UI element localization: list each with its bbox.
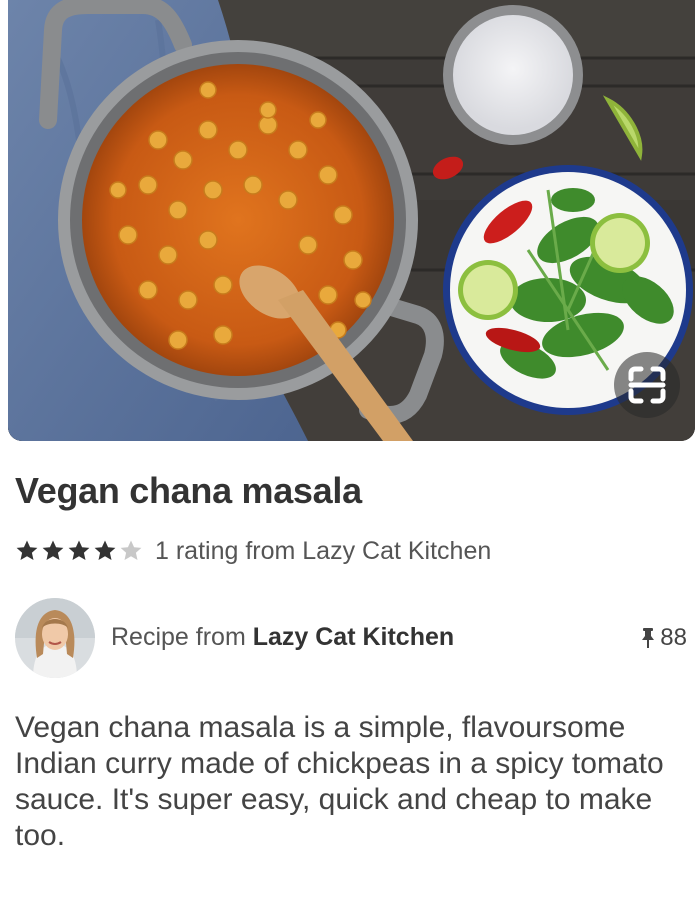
recipe-source-name: Lazy Cat Kitchen <box>252 623 455 651</box>
star-icon <box>16 540 38 560</box>
recipe-source-prefix: Recipe from <box>111 623 253 651</box>
star-icon <box>42 540 64 560</box>
author-row: Recipe from Lazy Cat Kitchen 88 <box>15 598 687 678</box>
pushpin-icon <box>642 628 655 648</box>
visual-search-icon <box>628 366 666 404</box>
save-count-value: 88 <box>660 624 687 651</box>
star-icon <box>94 540 116 560</box>
recipe-photo[interactable] <box>8 0 695 441</box>
avatar[interactable] <box>15 598 95 678</box>
star-empty-icon <box>120 540 142 560</box>
recipe-photo-illustration <box>8 0 695 441</box>
save-count[interactable]: 88 <box>640 624 687 652</box>
avatar-image <box>15 598 95 678</box>
recipe-title: Vegan chana masala <box>15 470 362 511</box>
recipe-source-link[interactable]: Recipe from Lazy Cat Kitchen <box>111 623 454 652</box>
recipe-description: Vegan chana masala is a simple, flavours… <box>15 711 664 852</box>
visual-search-button[interactable] <box>614 352 680 418</box>
rating-text: 1 rating from Lazy Cat Kitchen <box>155 536 492 565</box>
star-icon <box>68 540 90 560</box>
star-rating <box>15 539 143 563</box>
rating-row[interactable]: 1 rating from Lazy Cat Kitchen <box>15 536 491 566</box>
